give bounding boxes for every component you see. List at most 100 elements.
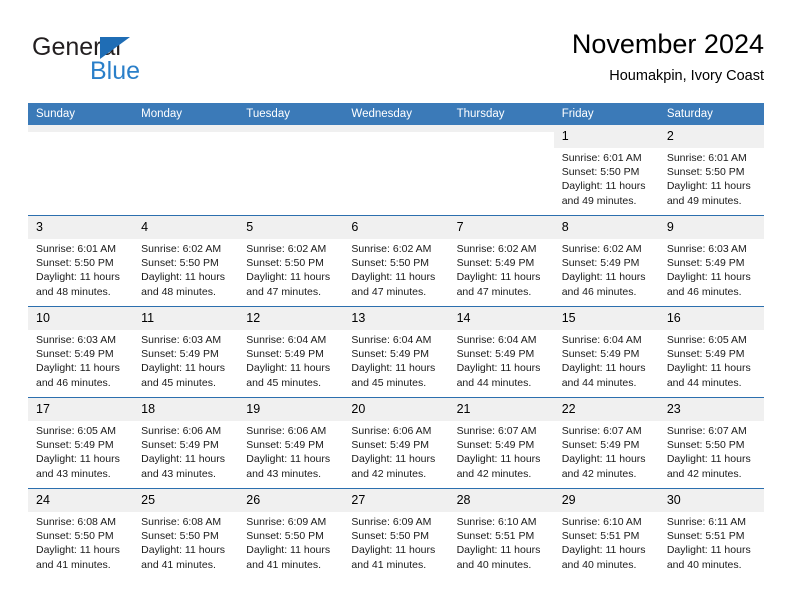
day-number: 4 <box>133 216 239 239</box>
day-number: 22 <box>553 398 659 421</box>
sunset-text: Sunset: 5:51 PM <box>666 530 745 543</box>
calendar-day-cell[interactable]: 23 Sunrise: 6:07 AM Sunset: 5:50 PM Dayligh… <box>658 397 764 489</box>
general-blue-logo[interactable]: General Blue <box>32 34 232 92</box>
daylight-text: Daylight: 11 hours and 40 minutes. <box>456 544 541 571</box>
calendar-day-cell[interactable]: 28 Sunrise: 6:10 AM Sunset: 5:51 PM Dayligh… <box>448 488 554 579</box>
sunset-text: Sunset: 5:49 PM <box>456 348 535 361</box>
calendar-day-cell[interactable]: 9 Sunrise: 6:03 AM Sunset: 5:49 PM Daylight… <box>658 215 764 307</box>
daylight-text: Daylight: 11 hours and 45 minutes. <box>351 362 436 389</box>
sunrise-text: Sunrise: 6:06 AM <box>141 425 222 437</box>
sunrise-text: Sunrise: 6:04 AM <box>561 334 642 346</box>
calendar-cell-empty <box>343 125 449 216</box>
day-number: 18 <box>133 398 239 421</box>
sunset-text: Sunset: 5:50 PM <box>141 257 219 270</box>
calendar-day-cell[interactable]: 29 Sunrise: 6:10 AM Sunset: 5:51 PM Dayligh… <box>553 488 659 579</box>
daylight-text: Daylight: 11 hours and 45 minutes. <box>141 362 225 389</box>
daylight-text: Daylight: 11 hours and 41 minutes. <box>36 544 120 571</box>
calendar-day-cell[interactable]: 25 Sunrise: 6:08 AM Sunset: 5:50 PM Dayligh… <box>133 488 239 579</box>
day-number <box>238 125 344 132</box>
sunrise-text: Sunrise: 6:06 AM <box>351 425 432 437</box>
sunset-text: Sunset: 5:50 PM <box>666 439 745 452</box>
calendar-day-cell[interactable]: 10 Sunrise: 6:03 AM Sunset: 5:49 PM Dayligh… <box>28 306 134 398</box>
day-number: 2 <box>658 125 764 148</box>
sunrise-text: Sunrise: 6:03 AM <box>141 334 222 346</box>
daylight-text: Daylight: 11 hours and 44 minutes. <box>456 362 541 389</box>
daylight-text: Daylight: 11 hours and 48 minutes. <box>36 271 120 298</box>
calendar-day-cell[interactable]: 8 Sunrise: 6:02 AM Sunset: 5:49 PM Daylight… <box>553 215 659 307</box>
calendar-day-cell[interactable]: 14 Sunrise: 6:04 AM Sunset: 5:49 PM Dayligh… <box>448 306 554 398</box>
calendar-day-cell[interactable]: 16 Sunrise: 6:05 AM Sunset: 5:49 PM Dayligh… <box>658 306 764 398</box>
sunset-text: Sunset: 5:50 PM <box>141 530 219 543</box>
calendar-body: 1 Sunrise: 6:01 AM Sunset: 5:50 PM Daylight… <box>28 125 764 579</box>
day-sun-info: Sunrise: 6:03 AM Sunset: 5:49 PM Daylight:… <box>28 330 133 390</box>
day-number: 25 <box>133 489 239 512</box>
calendar-day-cell[interactable]: 17 Sunrise: 6:05 AM Sunset: 5:49 PM Dayligh… <box>28 397 134 489</box>
day-number: 6 <box>343 216 449 239</box>
daylight-text: Daylight: 11 hours and 47 minutes. <box>246 271 331 298</box>
day-sun-info: Sunrise: 6:02 AM Sunset: 5:50 PM Daylight:… <box>238 239 343 299</box>
day-number: 29 <box>553 489 659 512</box>
calendar-day-cell[interactable]: 12 Sunrise: 6:04 AM Sunset: 5:49 PM Dayligh… <box>238 306 344 398</box>
day-number <box>133 125 239 132</box>
calendar-day-cell[interactable]: 6 Sunrise: 6:02 AM Sunset: 5:50 PM Daylight… <box>343 215 449 307</box>
day-sun-info: Sunrise: 6:06 AM Sunset: 5:49 PM Daylight:… <box>238 421 343 481</box>
day-number: 15 <box>553 307 659 330</box>
day-sun-info: Sunrise: 6:03 AM Sunset: 5:49 PM Daylight:… <box>659 239 764 299</box>
calendar-header-row: Sunday Monday Tuesday Wednesday Thursday… <box>28 103 764 125</box>
day-sun-info: Sunrise: 6:04 AM Sunset: 5:49 PM Daylight:… <box>238 330 343 390</box>
day-sun-info: Sunrise: 6:11 AM Sunset: 5:51 PM Daylight:… <box>659 512 764 572</box>
calendar-day-cell[interactable]: 26 Sunrise: 6:09 AM Sunset: 5:50 PM Dayligh… <box>238 488 344 579</box>
day-sun-info: Sunrise: 6:02 AM Sunset: 5:50 PM Daylight:… <box>133 239 238 299</box>
weekday-header-tuesday: Tuesday <box>238 103 344 125</box>
calendar-week-row: 24 Sunrise: 6:08 AM Sunset: 5:50 PM Dayligh… <box>28 488 764 579</box>
calendar-day-cell[interactable]: 30 Sunrise: 6:11 AM Sunset: 5:51 PM Dayligh… <box>658 488 764 579</box>
daylight-text: Daylight: 11 hours and 46 minutes. <box>666 271 751 298</box>
sunrise-text: Sunrise: 6:06 AM <box>246 425 327 437</box>
logo-text-blue: Blue <box>90 57 141 85</box>
calendar-cell-empty <box>238 125 344 216</box>
calendar-day-cell[interactable]: 3 Sunrise: 6:01 AM Sunset: 5:50 PM Daylight… <box>28 215 134 307</box>
calendar-day-cell[interactable]: 13 Sunrise: 6:04 AM Sunset: 5:49 PM Dayligh… <box>343 306 449 398</box>
day-sun-info: Sunrise: 6:10 AM Sunset: 5:51 PM Daylight:… <box>554 512 659 572</box>
sunrise-text: Sunrise: 6:01 AM <box>36 243 116 255</box>
calendar-day-cell[interactable]: 22 Sunrise: 6:07 AM Sunset: 5:49 PM Dayligh… <box>553 397 659 489</box>
sunrise-text: Sunrise: 6:09 AM <box>351 516 432 528</box>
sunrise-text: Sunrise: 6:05 AM <box>36 425 116 437</box>
calendar-day-cell[interactable]: 15 Sunrise: 6:04 AM Sunset: 5:49 PM Dayligh… <box>553 306 659 398</box>
daylight-text: Daylight: 11 hours and 42 minutes. <box>666 453 751 480</box>
day-number: 13 <box>343 307 449 330</box>
sunset-text: Sunset: 5:50 PM <box>351 257 430 270</box>
calendar-day-cell[interactable]: 2 Sunrise: 6:01 AM Sunset: 5:50 PM Daylight… <box>658 125 764 216</box>
day-number: 20 <box>343 398 449 421</box>
calendar-day-cell[interactable]: 7 Sunrise: 6:02 AM Sunset: 5:49 PM Daylight… <box>448 215 554 307</box>
calendar-day-cell[interactable]: 19 Sunrise: 6:06 AM Sunset: 5:49 PM Dayligh… <box>238 397 344 489</box>
daylight-text: Daylight: 11 hours and 49 minutes. <box>561 180 646 207</box>
calendar-day-cell[interactable]: 11 Sunrise: 6:03 AM Sunset: 5:49 PM Dayligh… <box>133 306 239 398</box>
sunset-text: Sunset: 5:49 PM <box>36 348 114 361</box>
sunrise-text: Sunrise: 6:01 AM <box>561 152 642 164</box>
day-number: 7 <box>448 216 554 239</box>
daylight-text: Daylight: 11 hours and 49 minutes. <box>666 180 751 207</box>
day-sun-info: Sunrise: 6:07 AM Sunset: 5:50 PM Daylight:… <box>659 421 764 481</box>
sunset-text: Sunset: 5:51 PM <box>456 530 535 543</box>
day-sun-info: Sunrise: 6:02 AM Sunset: 5:49 PM Daylight:… <box>449 239 554 299</box>
sunset-text: Sunset: 5:49 PM <box>246 348 324 361</box>
calendar-day-cell[interactable]: 1 Sunrise: 6:01 AM Sunset: 5:50 PM Daylight… <box>553 125 659 216</box>
sunset-text: Sunset: 5:49 PM <box>666 348 745 361</box>
title-block: November 2024 Houmakpin, Ivory Coast <box>572 28 764 86</box>
calendar-day-cell[interactable]: 24 Sunrise: 6:08 AM Sunset: 5:50 PM Dayligh… <box>28 488 134 579</box>
daylight-text: Daylight: 11 hours and 44 minutes. <box>561 362 646 389</box>
day-number: 17 <box>28 398 134 421</box>
calendar-day-cell[interactable]: 4 Sunrise: 6:02 AM Sunset: 5:50 PM Daylight… <box>133 215 239 307</box>
calendar-day-cell[interactable]: 18 Sunrise: 6:06 AM Sunset: 5:49 PM Dayligh… <box>133 397 239 489</box>
calendar-day-cell[interactable]: 20 Sunrise: 6:06 AM Sunset: 5:49 PM Dayligh… <box>343 397 449 489</box>
day-number: 26 <box>238 489 344 512</box>
calendar-day-cell[interactable]: 27 Sunrise: 6:09 AM Sunset: 5:50 PM Dayligh… <box>343 488 449 579</box>
calendar-cell-empty <box>28 125 134 216</box>
day-number: 12 <box>238 307 344 330</box>
calendar-day-cell[interactable]: 5 Sunrise: 6:02 AM Sunset: 5:50 PM Daylight… <box>238 215 344 307</box>
day-sun-info: Sunrise: 6:04 AM Sunset: 5:49 PM Daylight:… <box>554 330 659 390</box>
day-number: 24 <box>28 489 134 512</box>
calendar-day-cell[interactable]: 21 Sunrise: 6:07 AM Sunset: 5:49 PM Dayligh… <box>448 397 554 489</box>
day-number: 21 <box>448 398 554 421</box>
